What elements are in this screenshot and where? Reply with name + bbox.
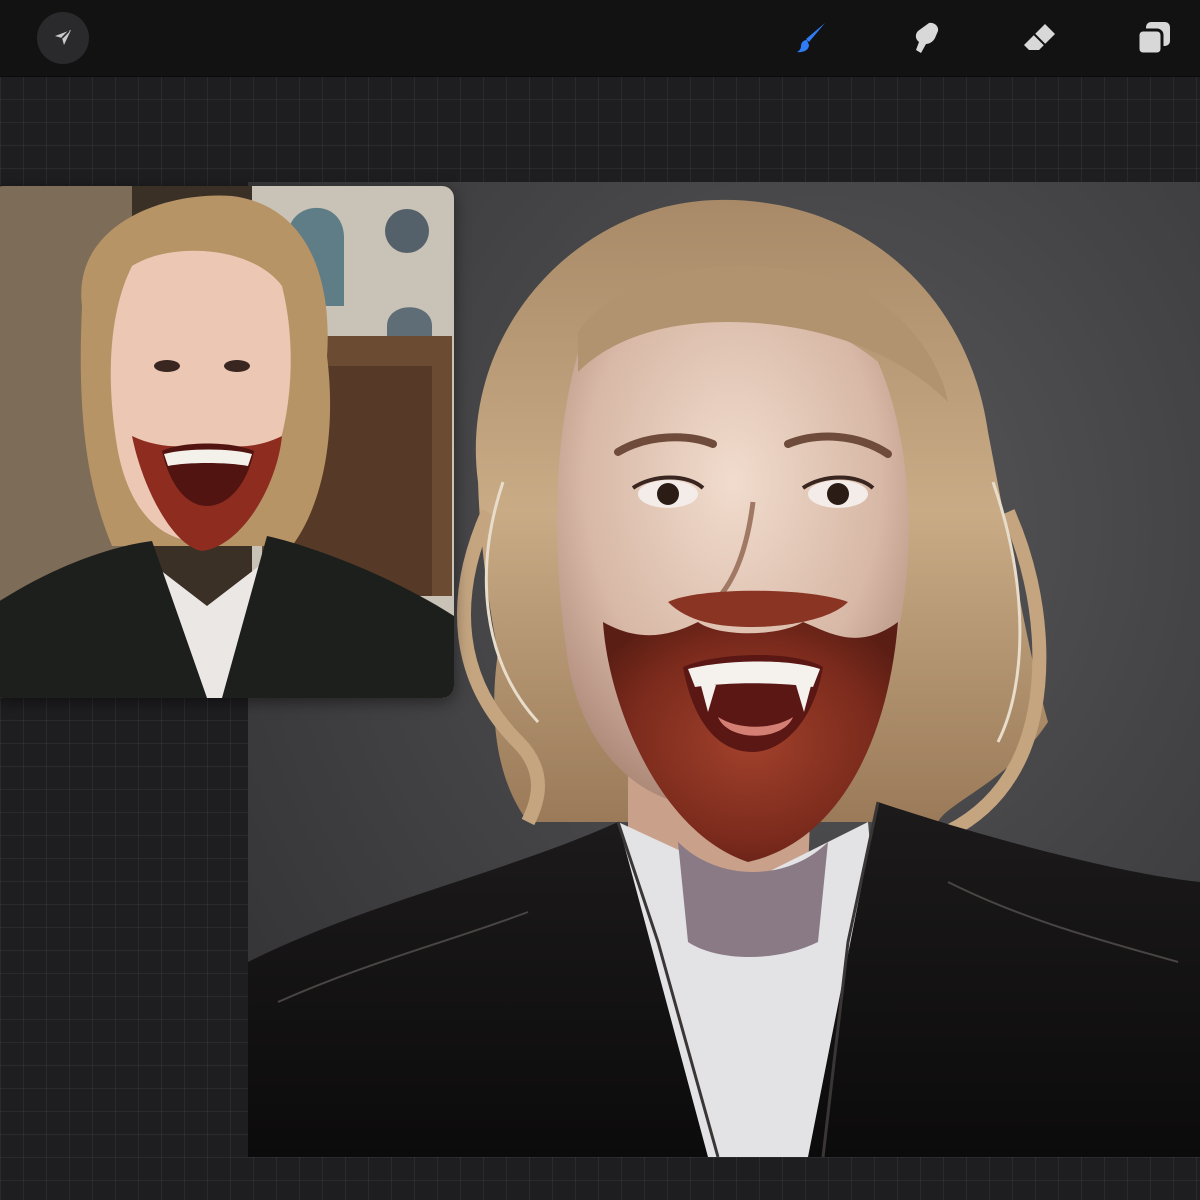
top-toolbar [0,0,1200,77]
eraser-button[interactable] [1014,12,1066,64]
reference-photo [0,186,454,698]
eraser-icon [1024,24,1055,50]
reference-window[interactable] [0,186,454,698]
brush-button[interactable] [786,12,838,64]
modify-button[interactable] [37,12,89,64]
modify-disc [37,12,89,64]
smudge-finger-icon [915,22,939,53]
layers-button[interactable] [1128,12,1180,64]
layers-icon [1136,22,1170,56]
procreate-app [0,0,1200,1200]
brush-icon [797,23,825,53]
arrow-cursor-icon [55,30,71,45]
smudge-button[interactable] [900,12,952,64]
